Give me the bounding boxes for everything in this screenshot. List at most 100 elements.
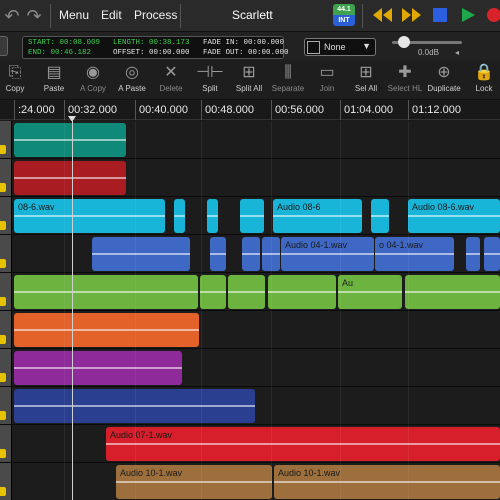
waveform: [106, 443, 500, 445]
track-select-indicator[interactable]: [0, 373, 6, 382]
audio-clip[interactable]: Audio 07-1.wav: [106, 427, 500, 461]
length-value: 00:38.173: [149, 39, 190, 47]
audio-clip[interactable]: [484, 237, 500, 271]
fade-out-value: 00:00.000: [248, 49, 289, 57]
sel-all-button[interactable]: ⊞ Sel All: [347, 62, 385, 98]
audio-clip[interactable]: [14, 161, 126, 195]
volume-slider-handle[interactable]: [398, 36, 410, 48]
redo-icon[interactable]: ↷: [24, 6, 44, 26]
ruler-tick: [271, 100, 272, 120]
clip-name: Audio 08-6.wav: [412, 202, 475, 212]
lock-button[interactable]: 🔒 Lock: [465, 62, 500, 98]
track-lane[interactable]: Audio 10-1.wav Audio 10-1.wav: [0, 463, 500, 500]
audio-clip[interactable]: [371, 199, 389, 233]
play-icon[interactable]: [460, 5, 476, 25]
audio-clip[interactable]: [210, 237, 226, 271]
record-icon[interactable]: [484, 5, 500, 25]
a-copy-button[interactable]: ◉ A Copy: [74, 62, 112, 98]
audio-clip[interactable]: [200, 275, 226, 309]
track-lane[interactable]: 08-6.wav Audio 08-6 Audio 08-6.wav: [0, 197, 500, 235]
track-select-indicator[interactable]: [0, 335, 6, 344]
waveform: [174, 215, 185, 217]
audio-clip[interactable]: [207, 199, 218, 233]
track-select-indicator[interactable]: [0, 487, 6, 496]
audio-clip[interactable]: Audio 10-1.wav: [116, 465, 272, 499]
paste-button[interactable]: ▤ Paste: [35, 62, 73, 98]
audio-clip[interactable]: 08-6.wav: [14, 199, 165, 233]
audio-clip[interactable]: [14, 123, 126, 157]
track-select-indicator[interactable]: [0, 449, 6, 458]
waveform: [14, 367, 182, 369]
track-header[interactable]: [0, 387, 12, 424]
audio-clip[interactable]: [242, 237, 260, 271]
audio-clip[interactable]: o 04-1.wav: [375, 237, 454, 271]
delete-button[interactable]: ✕ Delete: [152, 62, 190, 98]
audio-clip[interactable]: [174, 199, 185, 233]
track-header[interactable]: [0, 463, 12, 500]
waveform: [14, 139, 126, 141]
split-label: Split: [202, 84, 218, 93]
audio-clip[interactable]: Audio 10-1.wav: [274, 465, 500, 499]
track-header[interactable]: [0, 235, 12, 272]
audio-copy-icon: ◉: [86, 64, 100, 81]
audio-clip[interactable]: [405, 275, 500, 309]
track-select-indicator[interactable]: [0, 183, 6, 192]
separate-button[interactable]: ⫼ Separate: [269, 62, 307, 98]
track-lane[interactable]: [0, 349, 500, 387]
track-lane[interactable]: Audio 07-1.wav: [0, 425, 500, 463]
select-hl-button[interactable]: ✚ Select HL: [386, 62, 424, 98]
audio-clip[interactable]: [14, 313, 199, 347]
audio-clip[interactable]: Audio 08-6.wav: [408, 199, 500, 233]
audio-clip[interactable]: [14, 275, 198, 309]
track-select-indicator[interactable]: [0, 259, 6, 268]
playhead[interactable]: [72, 121, 73, 500]
split-all-button[interactable]: ⊞ Split All: [230, 62, 268, 98]
a-paste-button[interactable]: ◎ A Paste: [113, 62, 151, 98]
audio-clip[interactable]: [92, 237, 190, 271]
audio-clip[interactable]: [268, 275, 336, 309]
track-header[interactable]: [0, 121, 12, 158]
track-lane[interactable]: Audio 04-1.wav o 04-1.wav: [0, 235, 500, 273]
track-header[interactable]: [0, 311, 12, 348]
track-lane[interactable]: [0, 311, 500, 349]
track-area[interactable]: 08-6.wav Audio 08-6 Audio 08-6.wav Audio 04…: [0, 121, 500, 500]
audio-clip[interactable]: Audio 08-6: [273, 199, 362, 233]
split-button[interactable]: ⊣⊢ Split: [191, 62, 229, 98]
separate-icon: ⫼: [284, 64, 292, 81]
duplicate-button[interactable]: ⊕ Duplicate: [425, 62, 463, 98]
track-select-indicator[interactable]: [0, 145, 6, 154]
panel-toggle-button[interactable]: [0, 36, 8, 56]
audio-clip[interactable]: [228, 275, 265, 309]
track-lane[interactable]: [0, 121, 500, 159]
join-button[interactable]: ▭ Join: [308, 62, 346, 98]
process-menu-button[interactable]: Process: [134, 8, 177, 22]
track-header[interactable]: [0, 425, 12, 462]
end-value: 00:46.182: [50, 49, 92, 57]
snap-select[interactable]: None ▼: [304, 38, 376, 56]
paste-label: Paste: [43, 84, 65, 93]
track-lane[interactable]: [0, 387, 500, 425]
track-header[interactable]: [0, 197, 12, 234]
menu-button[interactable]: Menu: [59, 8, 89, 22]
stop-icon[interactable]: [432, 5, 448, 25]
copy-button[interactable]: ⎘ Copy: [0, 62, 34, 98]
edit-menu-button[interactable]: Edit: [101, 8, 122, 22]
track-select-indicator[interactable]: [0, 221, 6, 230]
audio-clip[interactable]: Audio 04-1.wav: [281, 237, 374, 271]
track-header[interactable]: [0, 159, 12, 196]
track-header[interactable]: [0, 273, 12, 310]
sample-rate-badge[interactable]: 44.1 INT: [333, 4, 355, 26]
audio-clip[interactable]: [240, 199, 264, 233]
track-header[interactable]: [0, 349, 12, 386]
track-lane[interactable]: [0, 159, 500, 197]
fast-forward-icon[interactable]: [401, 5, 423, 25]
audio-clip[interactable]: [466, 237, 480, 271]
audio-clip[interactable]: [14, 351, 182, 385]
track-select-indicator[interactable]: [0, 297, 6, 306]
track-select-indicator[interactable]: [0, 411, 6, 420]
rewind-icon[interactable]: [372, 5, 394, 25]
offset-value: 00:00.000: [149, 49, 190, 57]
audio-clip[interactable]: Au: [338, 275, 402, 309]
track-lane[interactable]: Au: [0, 273, 500, 311]
undo-icon[interactable]: ↶: [2, 6, 22, 26]
